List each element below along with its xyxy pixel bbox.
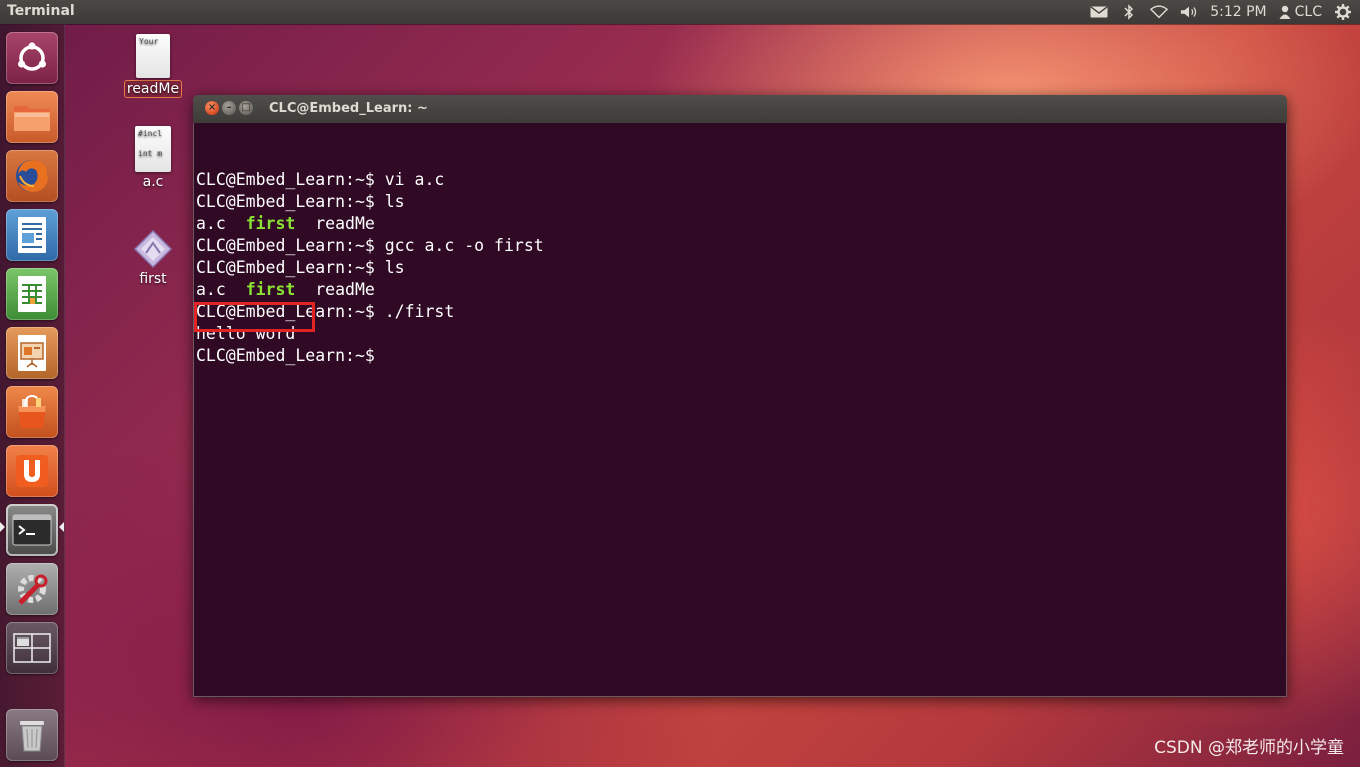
terminal-line: CLC@Embed_Learn:~$ gcc a.c -o first <box>196 235 1286 257</box>
launcher-files[interactable] <box>6 91 58 143</box>
ls-entry: a.c <box>196 280 226 299</box>
launcher-libreoffice-writer[interactable] <box>6 209 58 261</box>
launcher <box>0 24 65 767</box>
close-button[interactable]: × <box>205 101 219 115</box>
shell-prompt: CLC@Embed_Learn:~$ <box>196 346 385 365</box>
ubuntu-logo-icon <box>18 42 46 71</box>
launcher-libreoffice-calc[interactable] <box>6 268 58 320</box>
launcher-dash-home[interactable] <box>6 32 58 84</box>
user-menu[interactable]: CLC <box>1279 4 1322 20</box>
active-indicator-left <box>0 522 5 532</box>
desktop-icon-label: readMe <box>123 80 183 98</box>
terminal-line: CLC@Embed_Learn:~$ ls <box>196 257 1286 279</box>
settings-icon <box>18 574 48 605</box>
command-text: ls <box>384 192 405 211</box>
workspaces-icon <box>13 633 51 663</box>
shell-prompt: CLC@Embed_Learn:~$ <box>196 192 385 211</box>
active-indicator-right <box>59 522 64 532</box>
impress-icon <box>18 335 46 371</box>
launcher-libreoffice-impress[interactable] <box>6 327 58 379</box>
maximize-button[interactable]: □ <box>239 101 253 115</box>
thumb-text: int m <box>138 149 163 158</box>
minimize-icon: – <box>226 102 232 113</box>
thumb-text: #incl <box>138 129 163 138</box>
close-icon: × <box>207 102 217 113</box>
calc-icon <box>18 276 46 312</box>
executable-icon <box>133 229 173 269</box>
shell-prompt: CLC@Embed_Learn:~$ <box>196 170 385 189</box>
writer-icon <box>18 217 46 253</box>
shell-prompt: CLC@Embed_Learn:~$ <box>196 258 385 277</box>
terminal-line: CLC@Embed_Learn:~$ ./first <box>196 301 1286 323</box>
shopping-bag-icon <box>18 394 46 428</box>
indicator-area: 5:12 PM CLC <box>1090 0 1352 24</box>
ls-entry: a.c <box>196 214 226 233</box>
command-text: vi a.c <box>384 170 445 189</box>
thumb-text: Your <box>139 37 159 46</box>
ls-entry-executable: first <box>245 280 296 299</box>
trash-icon <box>20 721 44 752</box>
bluetooth-icon[interactable] <box>1120 4 1138 20</box>
shell-prompt: CLC@Embed_Learn:~$ <box>196 236 385 255</box>
watermark: CSDN @郑老师的小学童 <box>1154 738 1344 758</box>
launcher-software-center[interactable] <box>6 386 58 438</box>
volume-icon[interactable] <box>1180 5 1198 19</box>
ls-entry-executable: first <box>245 214 296 233</box>
ls-entry: readMe <box>315 214 375 233</box>
launcher-ubuntu-one[interactable] <box>6 445 58 497</box>
highlight-box <box>194 302 315 332</box>
command-text: ./first <box>384 302 455 321</box>
window-title: CLC@Embed_Learn: ~ <box>269 101 428 116</box>
terminal-line: CLC@Embed_Learn:~$ ls <box>196 191 1286 213</box>
ubuntu-one-icon <box>16 455 48 487</box>
user-icon <box>1279 5 1291 19</box>
terminal-line: CLC@Embed_Learn:~$ vi a.c <box>196 169 1286 191</box>
desktop-icon-label: first <box>139 271 167 287</box>
terminal-line: a.c first readMe <box>196 279 1286 301</box>
launcher-terminal[interactable] <box>6 504 58 556</box>
desktop-icon-a-c[interactable]: #incl int m a.c <box>121 126 185 190</box>
desktop-icon-label: a.c <box>142 174 164 190</box>
top-panel: Terminal 5:12 PM CLC <box>0 0 1360 24</box>
command-text: gcc a.c -o first <box>384 236 544 255</box>
terminal-output[interactable]: CLC@Embed_Learn:~$ vi a.c CLC@Embed_Learn… <box>193 123 1287 697</box>
text-file-icon: Your <box>136 34 170 78</box>
c-source-file-icon: #incl int m <box>135 126 171 172</box>
active-app-title: Terminal <box>7 3 75 19</box>
desktop-icon-readme[interactable]: Your readMe <box>121 34 185 98</box>
terminal-window: × – □ CLC@Embed_Learn: ~ CLC@Embed_Learn… <box>193 95 1287 697</box>
folder-icon <box>14 106 50 131</box>
desktop-icon-first[interactable]: first <box>121 229 185 287</box>
firefox-icon <box>16 160 48 192</box>
gear-icon[interactable] <box>1334 4 1352 20</box>
launcher-firefox[interactable] <box>6 150 58 202</box>
terminal-icon <box>12 514 52 546</box>
launcher-workspace-switcher[interactable] <box>6 622 58 674</box>
ls-entry: readMe <box>315 280 375 299</box>
launcher-system-settings[interactable] <box>6 563 58 615</box>
terminal-line: a.c first readMe <box>196 213 1286 235</box>
mail-icon[interactable] <box>1090 5 1108 19</box>
maximize-icon: □ <box>241 102 251 113</box>
clock[interactable]: 5:12 PM <box>1210 4 1266 20</box>
minimize-button[interactable]: – <box>222 101 236 115</box>
launcher-trash[interactable] <box>6 709 58 761</box>
command-text: ls <box>384 258 405 277</box>
window-title-bar[interactable]: × – □ CLC@Embed_Learn: ~ <box>193 95 1287 123</box>
wifi-icon[interactable] <box>1150 5 1169 19</box>
user-name: CLC <box>1294 4 1322 20</box>
terminal-line: hello word <box>196 323 1286 345</box>
terminal-line: CLC@Embed_Learn:~$ <box>196 345 1286 367</box>
